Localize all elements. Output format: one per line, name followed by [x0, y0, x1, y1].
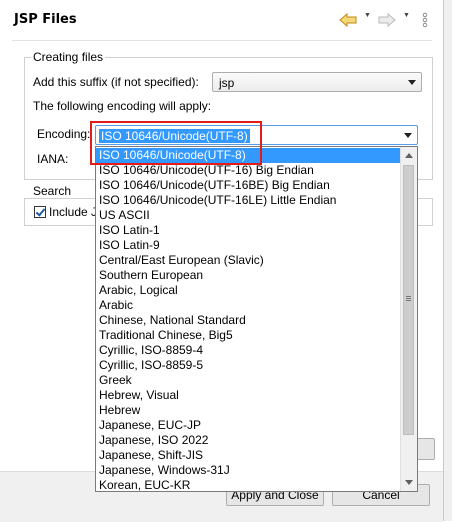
suffix-label: Add this suffix (if not specified):	[33, 75, 199, 89]
forward-arrow-icon[interactable]	[378, 10, 396, 30]
encoding-label: Encoding:	[37, 127, 91, 141]
encoding-option[interactable]: ISO Latin-9	[96, 238, 401, 253]
dropdown-scrollbar[interactable]	[400, 147, 417, 491]
encoding-option[interactable]: Central/East European (Slavic)	[96, 253, 401, 268]
include-checkbox-label: Include J	[49, 205, 98, 219]
page-title: JSP Files	[14, 12, 77, 27]
encoding-option[interactable]: Traditional Chinese, Big5	[96, 328, 401, 343]
header-divider	[12, 40, 432, 41]
encoding-value: ISO 10646/Unicode(UTF-8)	[99, 129, 250, 143]
creating-files-group-label: Creating files	[31, 50, 106, 64]
grip-icon	[406, 296, 411, 297]
encoding-option[interactable]: ISO 10646/Unicode(UTF-8)	[96, 148, 401, 163]
encoding-dropdown-list[interactable]: Korean, EUC-KR Japanese, Windows-31J Japan…	[95, 146, 418, 492]
back-arrow-icon[interactable]	[339, 10, 357, 30]
background-outside-window	[444, 0, 452, 521]
suffix-combobox[interactable]: jsp	[212, 72, 422, 92]
encoding-option[interactable]: Hebrew, Visual	[96, 388, 401, 403]
iana-label: IANA:	[37, 152, 69, 166]
chevron-down-icon	[404, 133, 412, 138]
encoding-option[interactable]: Japanese, ISO 2022	[96, 433, 401, 448]
encoding-combobox[interactable]: ISO 10646/Unicode(UTF-8)	[95, 125, 418, 145]
encoding-option[interactable]: Cyrillic, ISO-8859-4	[96, 343, 401, 358]
hidden-button-edge[interactable]	[415, 438, 435, 460]
encoding-option[interactable]: Southern European	[96, 268, 401, 283]
encoding-option[interactable]: Chinese, National Standard	[96, 313, 401, 328]
search-group-label: Search	[31, 184, 74, 198]
encoding-option[interactable]: Arabic, Logical	[96, 283, 401, 298]
chevron-down-icon	[408, 80, 416, 85]
back-dropdown-icon[interactable]: ▼	[364, 12, 371, 19]
scroll-up-arrow-icon[interactable]	[405, 153, 413, 158]
forward-dropdown-icon[interactable]: ▼	[403, 12, 410, 19]
encoding-option[interactable]: Japanese, EUC-JP	[96, 418, 401, 433]
encoding-option[interactable]: Arabic	[96, 298, 401, 313]
menu-kebab-icon[interactable]	[416, 10, 434, 30]
scrollbar-thumb[interactable]	[403, 165, 414, 435]
encoding-option[interactable]: Korean, EUC-KR	[96, 478, 401, 491]
scroll-down-arrow-icon[interactable]	[405, 480, 413, 485]
encoding-option[interactable]: Hebrew	[96, 403, 401, 418]
encoding-option[interactable]: Japanese, Windows-31J	[96, 463, 401, 478]
encoding-option[interactable]: ISO 10646/Unicode(UTF-16BE) Big Endian	[96, 178, 401, 193]
encoding-option[interactable]: US ASCII	[96, 208, 401, 223]
encoding-option[interactable]: ISO Latin-1	[96, 223, 401, 238]
encoding-option[interactable]: ISO 10646/Unicode(UTF-16) Big Endian	[96, 163, 401, 178]
encoding-option[interactable]: Greek	[96, 373, 401, 388]
encoding-option[interactable]: ISO 10646/Unicode(UTF-16LE) Little Endia…	[96, 193, 401, 208]
include-checkbox[interactable]	[34, 206, 46, 218]
encoding-option[interactable]: Cyrillic, ISO-8859-5	[96, 358, 401, 373]
encoding-option[interactable]: Japanese, Shift-JIS	[96, 448, 401, 463]
encoding-note: The following encoding will apply:	[33, 99, 212, 113]
jsp-files-preferences-page: JSP Files ▼ ▼ Creating files Add this su…	[0, 0, 452, 522]
suffix-value: jsp	[219, 76, 235, 90]
